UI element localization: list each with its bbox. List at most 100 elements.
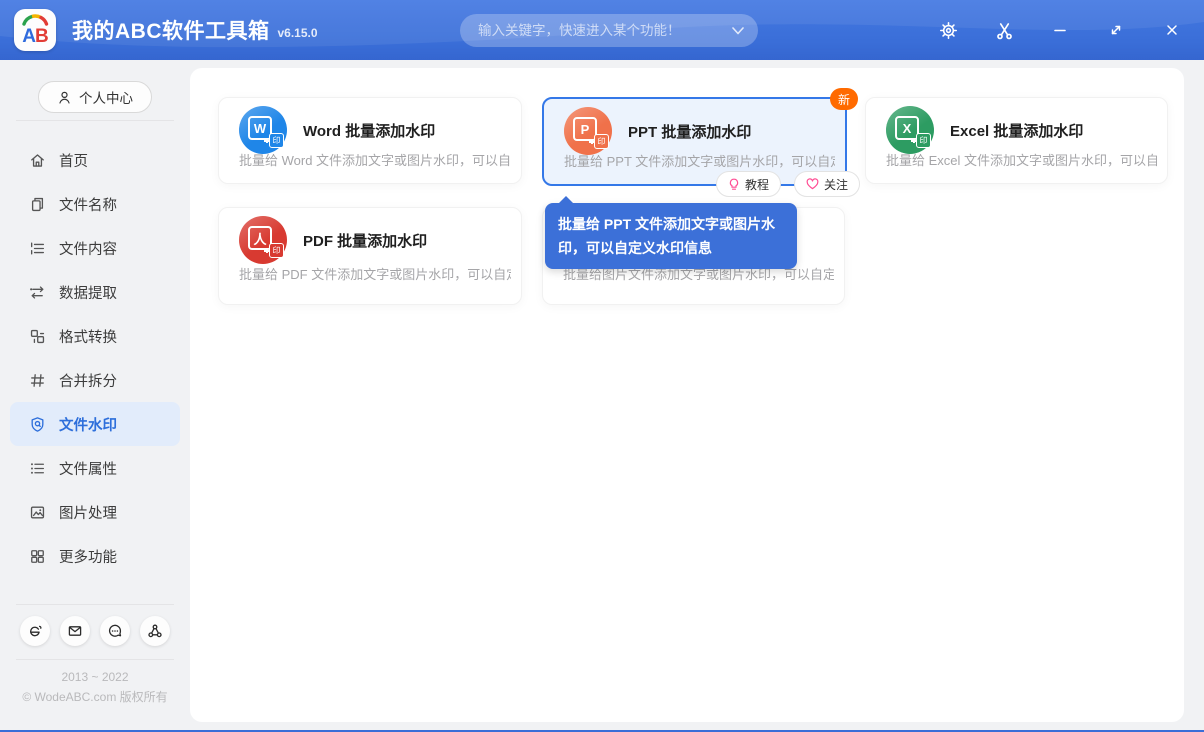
- sidebar-item-label: 格式转换: [59, 326, 117, 347]
- titlebar-buttons: [937, 0, 1183, 60]
- word-watermark-icon: W 印: [239, 106, 287, 154]
- app-title-group: 我的ABC软件工具箱 v6.15.0: [72, 0, 318, 60]
- scissors-icon: [995, 21, 1014, 40]
- card-excel-watermark[interactable]: X 印 Excel 批量添加水印 批量给 Excel 文件添加文字或图片水印，可…: [865, 97, 1168, 184]
- titlebar: AB 我的ABC软件工具箱 v6.15.0: [0, 0, 1204, 60]
- card-description: 批量给 PPT 文件添加文字或图片水印，可以自定义水印信息: [564, 151, 835, 170]
- stamp-badge: 印: [594, 134, 609, 149]
- watermark-shield-icon: [29, 416, 46, 433]
- share-network-icon: [147, 623, 163, 639]
- ppt-watermark-icon: P 印: [564, 107, 612, 155]
- close-icon: [1163, 21, 1181, 39]
- sidebar-item-file-props[interactable]: 文件属性: [10, 446, 180, 490]
- card-description: 批量给 Excel 文件添加文字或图片水印，可以自定义水印信息: [886, 150, 1157, 169]
- stamp-badge: 印: [269, 133, 284, 148]
- file-content-icon: [29, 240, 46, 257]
- resize-icon: [1107, 21, 1125, 39]
- chevron-down-icon[interactable]: [732, 27, 744, 35]
- person-icon: [57, 90, 72, 105]
- sidebar-item-label: 首页: [59, 150, 88, 171]
- logo-arc-icon: [14, 9, 56, 51]
- tutorial-label: 教程: [745, 176, 769, 193]
- maximize-button[interactable]: [1105, 19, 1127, 41]
- browser-link-button[interactable]: [20, 616, 50, 646]
- profile-center-button[interactable]: 个人中心: [38, 81, 152, 113]
- browser-icon: [27, 623, 43, 639]
- card-description: 批量给 Word 文件添加文字或图片水印，可以自定义水印信息: [239, 150, 511, 169]
- ppt-card-tooltip: 批量给 PPT 文件添加文字或图片水印，可以自定义水印信息: [545, 203, 797, 269]
- excel-watermark-icon: X 印: [886, 106, 934, 154]
- sidebar-item-image-process[interactable]: 图片处理: [10, 490, 180, 534]
- card-title: PDF 批量添加水印: [303, 230, 427, 251]
- copyright-text: © WodeABC.com 版权所有: [0, 688, 190, 705]
- format-convert-icon: [29, 328, 46, 345]
- home-icon: [29, 152, 46, 169]
- chat-link-button[interactable]: [100, 616, 130, 646]
- card-description: 批量给 PDF 文件添加文字或图片水印，可以自定义水印信息: [239, 264, 511, 283]
- sidebar-item-file-content[interactable]: 文件内容: [10, 226, 180, 270]
- file-props-icon: [29, 460, 46, 477]
- gear-icon: [939, 21, 958, 40]
- chat-icon: [107, 623, 123, 639]
- sidebar-item-label: 文件内容: [59, 238, 117, 259]
- main-content: W 印 Word 批量添加水印 批量给 Word 文件添加文字或图片水印，可以自…: [190, 68, 1184, 722]
- sidebar-menu: 首页 文件名称 文件内容 数据提取: [0, 138, 190, 578]
- merge-split-icon: [29, 372, 46, 389]
- mail-icon: [67, 623, 83, 639]
- card-title: PPT 批量添加水印: [628, 121, 751, 142]
- sidebar-divider: [16, 604, 174, 605]
- sidebar-item-format-convert[interactable]: 格式转换: [10, 314, 180, 358]
- heart-icon: [806, 178, 819, 190]
- sidebar-item-file-watermark[interactable]: 文件水印: [10, 402, 180, 446]
- sidebar-item-home[interactable]: 首页: [10, 138, 180, 182]
- follow-label: 关注: [824, 176, 848, 193]
- card-ppt-watermark[interactable]: P 印 PPT 批量添加水印 批量给 PPT 文件添加文字或图片水印，可以自定义…: [542, 97, 847, 186]
- tooltip-text: 批量给 PPT 文件添加文字或图片水印，可以自定义水印信息: [558, 216, 775, 256]
- tutorial-button[interactable]: 教程: [716, 171, 781, 197]
- sidebar-divider: [16, 659, 174, 660]
- sidebar-item-label: 文件名称: [59, 194, 117, 215]
- app-title: 我的ABC软件工具箱: [72, 15, 270, 45]
- new-badge: 新: [830, 88, 858, 110]
- file-name-icon: [29, 196, 46, 213]
- sidebar-item-merge-split[interactable]: 合并拆分: [10, 358, 180, 402]
- global-search: [460, 14, 758, 47]
- more-functions-grid-icon: [29, 548, 46, 565]
- sidebar-item-label: 更多功能: [59, 546, 117, 567]
- sidebar-item-label: 合并拆分: [59, 370, 117, 391]
- mail-link-button[interactable]: [60, 616, 90, 646]
- profile-center-label: 个人中心: [79, 87, 133, 107]
- lightbulb-icon: [728, 178, 740, 191]
- close-button[interactable]: [1161, 19, 1183, 41]
- card-title: Word 批量添加水印: [303, 120, 435, 141]
- sidebar: 个人中心 首页 文件名称 文件内容: [0, 60, 190, 729]
- sidebar-item-more-functions[interactable]: 更多功能: [10, 534, 180, 578]
- sidebar-item-file-name[interactable]: 文件名称: [10, 182, 180, 226]
- app-window: AB 我的ABC软件工具箱 v6.15.0: [0, 0, 1204, 732]
- sidebar-item-label: 文件属性: [59, 458, 117, 479]
- card-title: Excel 批量添加水印: [950, 120, 1083, 141]
- sidebar-item-label: 图片处理: [59, 502, 117, 523]
- sidebar-item-label: 文件水印: [59, 414, 117, 435]
- minimize-button[interactable]: [1049, 19, 1071, 41]
- card-word-watermark[interactable]: W 印 Word 批量添加水印 批量给 Word 文件添加文字或图片水印，可以自…: [218, 97, 522, 184]
- settings-button[interactable]: [937, 19, 959, 41]
- stamp-badge: 印: [269, 243, 284, 258]
- share-link-button[interactable]: [140, 616, 170, 646]
- pdf-watermark-icon: 人 印: [239, 216, 287, 264]
- image-process-icon: [29, 504, 46, 521]
- screenshot-tool-button[interactable]: [993, 19, 1015, 41]
- stamp-badge: 印: [916, 133, 931, 148]
- follow-button[interactable]: 关注: [794, 171, 860, 197]
- sidebar-item-data-extract[interactable]: 数据提取: [10, 270, 180, 314]
- sidebar-divider: [16, 120, 174, 121]
- sidebar-item-label: 数据提取: [59, 282, 117, 303]
- copyright-years: 2013 ~ 2022: [0, 670, 190, 684]
- minimize-icon: [1051, 21, 1069, 39]
- app-version: v6.15.0: [278, 26, 318, 40]
- card-pdf-watermark[interactable]: 人 印 PDF 批量添加水印 批量给 PDF 文件添加文字或图片水印，可以自定义…: [218, 207, 522, 305]
- search-input[interactable]: [460, 14, 758, 47]
- app-logo: AB: [14, 9, 56, 51]
- sidebar-social-links: [0, 616, 190, 646]
- data-extract-icon: [29, 284, 46, 301]
